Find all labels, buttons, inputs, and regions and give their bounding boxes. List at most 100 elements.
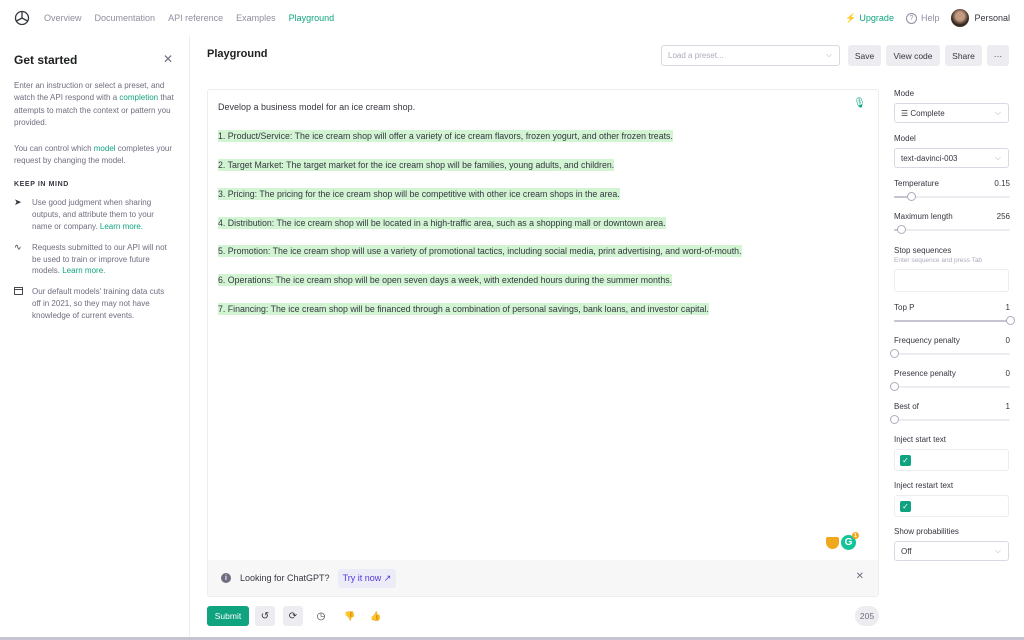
chevron-down-icon: ⌵ (825, 50, 832, 59)
external-link-icon: ↗ (383, 572, 392, 583)
get-started-sidebar: Get started ✕ Enter an instruction or se… (0, 36, 190, 640)
banner-close-icon[interactable]: ✕ (856, 571, 864, 582)
model-select[interactable]: text-davinci-003 ⌵ (894, 148, 1009, 168)
tip-sharing: ➤ Use good judgment when sharing outputs… (14, 197, 175, 232)
slider-thumb[interactable] (1006, 316, 1015, 325)
microphone-icon[interactable]: 🎙 (853, 98, 866, 109)
chevron-down-icon: ⌵ (994, 108, 1001, 117)
frequency-penalty-slider[interactable] (890, 349, 1010, 359)
model-label: Model (894, 134, 1010, 143)
inject-start-input[interactable]: ✓ (894, 449, 1009, 471)
completion-line: 1. Product/Service: The ice cream shop w… (218, 130, 673, 142)
show-prob-label-text: Show probabilities (894, 527, 959, 536)
top-p-row: Top P 1 (894, 303, 1010, 312)
upgrade-link[interactable]: ⚡ Upgrade (845, 13, 894, 24)
show-prob-value: Off (901, 547, 912, 556)
view-code-button[interactable]: View code (886, 45, 940, 66)
thumbs-up-button[interactable]: 👍 (366, 606, 386, 626)
save-button[interactable]: Save (848, 45, 881, 66)
presence-penalty-value: 0 (1005, 369, 1010, 378)
help-label: Help (920, 13, 940, 23)
learn-more-link[interactable]: Learn more. (100, 222, 143, 231)
slider-thumb[interactable] (907, 192, 917, 201)
more-options-button[interactable]: ··· (987, 45, 1009, 66)
inject-start-checkbox[interactable]: ✓ (900, 455, 911, 466)
slider-track (894, 419, 1010, 421)
stop-sequences-input[interactable] (894, 269, 1009, 292)
openai-logo-icon[interactable] (14, 10, 30, 26)
completion-line: 2. Target Market: The target market for … (218, 159, 615, 171)
nav-overview[interactable]: Overview (44, 13, 82, 23)
tip-cutoff: Our default models' training data cuts o… (14, 286, 175, 321)
upgrade-label: Upgrade (859, 13, 894, 23)
regenerate-button[interactable]: ⟳ (283, 606, 303, 626)
chevron-down-icon: ⌵ (994, 546, 1001, 555)
nav-documentation[interactable]: Documentation (95, 13, 156, 23)
slider-thumb[interactable] (890, 382, 899, 391)
inject-restart-label: Inject restart text (894, 481, 1010, 490)
presence-penalty-slider[interactable] (890, 382, 1010, 392)
settings-panel: Mode ☰ Complete ⌵ Model text-davinci-003… (890, 89, 1015, 561)
model-link[interactable]: model (94, 144, 116, 153)
show-probabilities-select[interactable]: Off ⌵ (894, 541, 1009, 561)
completion-link[interactable]: completion (119, 93, 158, 102)
inject-restart-checkbox[interactable]: ✓ (900, 501, 911, 512)
best-of-row: Best of 1 (894, 402, 1010, 411)
mode-select[interactable]: ☰ Complete ⌵ (894, 103, 1009, 123)
max-length-slider[interactable] (894, 225, 1010, 235)
temperature-slider[interactable] (894, 192, 1010, 202)
tip-text: Our default models' training data cuts o… (32, 287, 165, 320)
mode-value: Complete (910, 109, 945, 118)
completion-line: 3. Pricing: The pricing for the ice crea… (218, 188, 620, 200)
nav-playground[interactable]: Playground (289, 13, 335, 23)
try-it-now-link[interactable]: Try it now ↗ (337, 568, 397, 588)
grammarly-icon[interactable]: G1 (841, 532, 859, 550)
best-of-value: 1 (1005, 402, 1010, 411)
user-menu[interactable]: Personal (951, 9, 1010, 27)
mode-label-text: Mode (894, 89, 915, 98)
thumbs-down-button[interactable]: 👎 (340, 606, 360, 626)
chevron-down-icon: ⌵ (994, 153, 1001, 162)
preset-placeholder: Load a preset... (668, 51, 724, 60)
slider-thumb[interactable] (890, 349, 899, 358)
completion-line: 7. Financing: The ice cream shop will be… (218, 303, 709, 315)
honey-extension-icon[interactable] (826, 536, 839, 549)
slider-fill (894, 320, 1010, 322)
complete-mode-icon: ☰ (901, 109, 909, 118)
submit-button[interactable]: Submit (207, 606, 249, 626)
max-length-row: Maximum length 256 (894, 212, 1010, 221)
browser-extension-icons: G1 (826, 532, 859, 550)
top-p-value: 1 (1005, 303, 1010, 312)
undo-button[interactable]: ↺ (255, 606, 275, 626)
top-p-slider[interactable] (894, 316, 1015, 326)
page-title: Playground (207, 48, 268, 60)
learn-more-link[interactable]: Learn more. (62, 266, 105, 275)
best-of-label: Best of (894, 402, 919, 411)
inject-restart-input[interactable]: ✓ (894, 495, 1009, 517)
banner-text: Looking for ChatGPT? (240, 573, 330, 583)
preset-select[interactable]: Load a preset... ⌵ (661, 45, 840, 66)
top-p-label: Top P (894, 303, 915, 312)
tip-training: ∿ Requests submitted to our API will not… (14, 242, 175, 277)
max-length-value: 256 (996, 212, 1010, 221)
slider-thumb[interactable] (896, 225, 906, 234)
share-button[interactable]: Share (945, 45, 982, 66)
thumbs-down-icon: 👎 (344, 610, 356, 621)
model-text: You can control which (14, 143, 94, 153)
slider-thumb[interactable] (890, 415, 899, 424)
best-of-slider[interactable] (890, 415, 1010, 425)
temperature-label: Temperature (894, 179, 939, 188)
frequency-penalty-value: 0 (1005, 336, 1010, 345)
presence-penalty-row: Presence penalty 0 (894, 369, 1010, 378)
inject-start-label: Inject start text (894, 435, 1010, 444)
help-link[interactable]: ? Help (905, 12, 940, 24)
prompt-editor[interactable]: Develop a business model for an ice crea… (207, 89, 879, 597)
nav-examples[interactable]: Examples (236, 13, 276, 23)
frequency-penalty-row: Frequency penalty 0 (894, 336, 1010, 345)
nav-api-reference[interactable]: API reference (168, 13, 223, 23)
sidebar-title: Get started (14, 53, 78, 67)
slider-track (894, 353, 1010, 355)
lightning-icon: ⚡ (845, 12, 857, 23)
history-button[interactable]: ◷ (311, 606, 331, 626)
close-icon[interactable]: ✕ (163, 52, 173, 66)
